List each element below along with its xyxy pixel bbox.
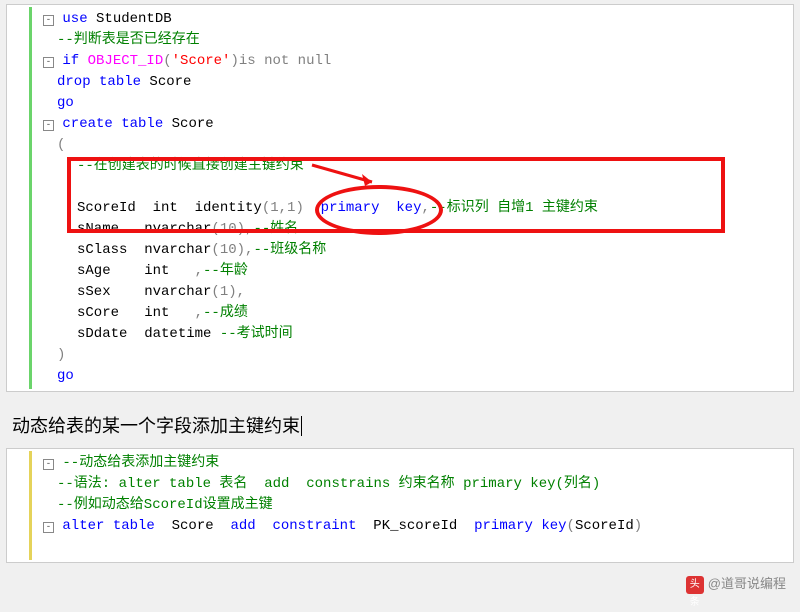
code-line: ) [7,345,793,366]
code-line [7,177,793,198]
section-caption: 动态给表的某一个字段添加主键约束 [12,412,788,438]
code-line: sAge int ,--年龄 [7,261,793,282]
code-line: sCore int ,--成绩 [7,303,793,324]
code-line: - create table Score [7,114,793,135]
fold-icon[interactable]: - [43,522,54,533]
code-line: sSex nvarchar(1), [7,282,793,303]
code-block-1: - use StudentDB --判断表是否已经存在 - if OBJECT_… [6,4,794,392]
fold-icon[interactable]: - [43,15,54,26]
code-line: go [7,93,793,114]
code-line: - if OBJECT_ID('Score')is not null [7,51,793,72]
platform-icon: 头条 [686,576,704,594]
code-line: drop table Score [7,72,793,93]
code-line: ( [7,135,793,156]
code-line: --判断表是否已经存在 [7,30,793,51]
change-bar [29,7,32,389]
code-line [7,537,793,558]
fold-icon[interactable]: - [43,57,54,68]
code-line: ScoreId int identity(1,1) primary key,--… [7,198,793,219]
code-line: sClass nvarchar(10),--班级名称 [7,240,793,261]
attribution: 头条@道哥说编程 [0,567,800,602]
code-line: --语法: alter table 表名 add constrains 约束名称… [7,474,793,495]
code-line: - alter table Score add constraint PK_sc… [7,516,793,537]
code-line: - use StudentDB [7,9,793,30]
code-line: - --动态给表添加主键约束 [7,453,793,474]
code-line: go [7,366,793,387]
fold-icon[interactable]: - [43,459,54,470]
code-line: sDdate datetime --考试时间 [7,324,793,345]
code-block-2: - --动态给表添加主键约束 --语法: alter table 表名 add … [6,448,794,563]
change-bar [29,451,32,560]
fold-icon[interactable]: - [43,120,54,131]
code-line: --在创建表的时候直接创建主键约束 [7,156,793,177]
code-line: --例如动态给ScoreId设置成主键 [7,495,793,516]
code-line: sName nvarchar(10),--姓名 [7,219,793,240]
